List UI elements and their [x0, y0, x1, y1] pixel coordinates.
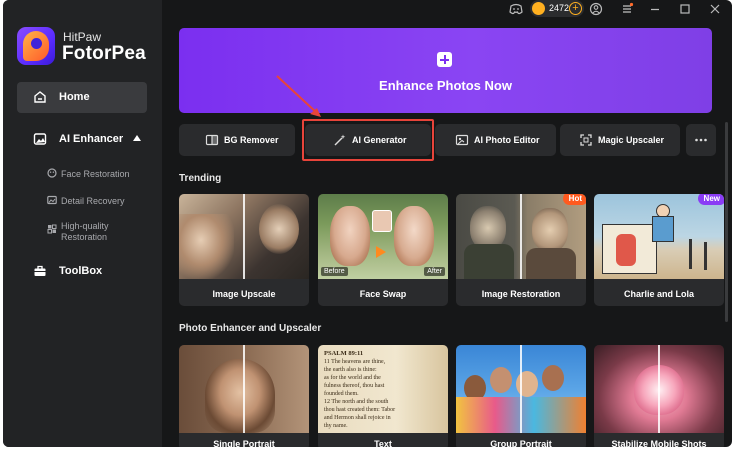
trending-card-image-restoration[interactable]: Hot Image Restoration [456, 194, 586, 306]
charlie-and-lola-thumbnail [594, 194, 724, 279]
single-portrait-thumbnail [179, 345, 309, 433]
psalm-text: PSALM 89:11 11 The heavens are thine, th… [324, 350, 444, 430]
minimize-icon[interactable] [648, 2, 662, 16]
photo-editor-icon [455, 134, 469, 146]
brand-small: HitPaw [63, 30, 102, 44]
scrollbar[interactable] [725, 122, 728, 322]
text-thumbnail: PSALM 89:11 11 The heavens are thine, th… [318, 345, 448, 433]
app-window: HitPaw FotorPea Home AI Enhancer Face Re… [3, 0, 732, 447]
more-icon [695, 138, 707, 142]
psalm-line: 11 The heavens are thine, [324, 359, 386, 365]
sidebar-item-label: ToolBox [59, 265, 103, 277]
psalm-line: the earth also is thine: [324, 367, 377, 373]
sidebar-sub-label: Restoration [61, 232, 108, 242]
psalm-line: thou hast created them: Tabor [324, 407, 396, 413]
psalm-line: fulness thereof, thou hast [324, 383, 385, 389]
tool-label: Magic Upscaler [598, 135, 665, 145]
hot-badge: Hot [562, 194, 586, 205]
home-icon [34, 91, 46, 103]
face-swap-thumbnail: Before After [318, 194, 448, 279]
card-label: Charlie and Lola [623, 289, 694, 299]
chevron-up-icon [133, 135, 141, 141]
sidebar-item-label: Home [59, 91, 90, 103]
card-label: Stabilize Mobile Shots [611, 439, 707, 447]
coin-icon [532, 2, 545, 15]
enhancer-card-stabilize-mobile-shots[interactable]: Stabilize Mobile Shots [594, 345, 724, 447]
account-icon[interactable] [589, 2, 603, 16]
psalm-line: as for the world and the [324, 375, 381, 381]
trending-card-charlie-and-lola[interactable]: New Charlie and Lola [594, 194, 724, 306]
annotation-arrow-icon [276, 75, 321, 117]
comparison-divider [520, 194, 522, 279]
arrow-right-icon [376, 246, 386, 258]
maximize-icon[interactable] [678, 2, 692, 16]
card-label: Single Portrait [213, 439, 275, 447]
add-icon [437, 52, 452, 67]
comparison-divider [658, 345, 660, 433]
enhancer-card-single-portrait[interactable]: Single Portrait [179, 345, 309, 447]
magic-upscaler-button[interactable]: Magic Upscaler [560, 124, 680, 156]
sidebar-sub-label: Face Restoration [61, 169, 130, 179]
enhance-photos-banner[interactable]: Enhance Photos Now [179, 28, 712, 113]
after-tag: After [424, 267, 445, 276]
psalm-line: and Hermon shall rejoice in [324, 415, 391, 421]
photo-enhancer-heading: Photo Enhancer and Upscaler [179, 323, 322, 334]
add-coins-icon[interactable]: + [569, 2, 582, 15]
grid-icon [47, 224, 57, 234]
psalm-header: PSALM 89:11 [324, 350, 364, 357]
card-label: Image Upscale [212, 289, 276, 299]
card-label: Group Portrait [490, 439, 552, 447]
comparison-divider [243, 194, 245, 279]
coin-balance[interactable]: 2472 + [530, 0, 584, 17]
psalm-line: 12 The north and the south [324, 399, 389, 405]
sidebar-item-toolbox[interactable]: ToolBox [17, 260, 147, 282]
upscale-icon [580, 134, 592, 146]
face-icon [47, 168, 57, 178]
enhance-photos-label: Enhance Photos Now [379, 78, 512, 93]
sidebar-item-home[interactable]: Home [17, 82, 147, 113]
card-label: Face Swap [359, 289, 407, 299]
sidebar-item-ai-enhancer[interactable]: AI Enhancer [17, 128, 147, 150]
coin-count: 2472 [549, 3, 570, 13]
sidebar-sub-label: Detail Recovery [61, 196, 125, 206]
annotation-highlight-box [302, 119, 434, 161]
close-icon[interactable] [708, 2, 722, 16]
card-label: Text [374, 439, 392, 447]
before-tag: Before [321, 267, 348, 276]
sidebar-item-label: AI Enhancer [59, 133, 124, 145]
comparison-divider [243, 345, 245, 433]
trending-card-face-swap[interactable]: Before After Face Swap [318, 194, 448, 306]
trending-card-image-upscale[interactable]: Image Upscale [179, 194, 309, 306]
swap-face-thumb [372, 210, 392, 232]
tool-label: BG Remover [224, 135, 279, 145]
comparison-divider [520, 345, 522, 433]
bg-remover-button[interactable]: BG Remover [179, 124, 295, 156]
psalm-line: thy name. [324, 423, 348, 429]
ai-photo-editor-button[interactable]: AI Photo Editor [435, 124, 556, 156]
trending-heading: Trending [179, 173, 222, 184]
toolbox-icon [34, 265, 46, 276]
discord-icon[interactable] [509, 2, 523, 16]
card-label: Image Restoration [481, 289, 561, 299]
tool-label: AI Photo Editor [474, 135, 540, 145]
enhancer-card-text[interactable]: PSALM 89:11 11 The heavens are thine, th… [318, 345, 448, 447]
sidebar: HitPaw FotorPea Home AI Enhancer Face Re… [3, 0, 162, 447]
bg-remover-icon [205, 134, 219, 146]
image-icon [47, 195, 57, 205]
app-logo [17, 27, 55, 65]
new-badge: New [697, 194, 724, 205]
menu-icon[interactable] [620, 2, 634, 16]
image-enhance-icon [33, 133, 47, 145]
image-restoration-thumbnail [456, 194, 586, 279]
brand-title: FotorPea [62, 43, 146, 64]
group-portrait-thumbnail [456, 345, 586, 433]
stabilize-mobile-shots-thumbnail [594, 345, 724, 433]
image-upscale-thumbnail [179, 194, 309, 279]
psalm-line: founded them. [324, 391, 359, 397]
more-tools-button[interactable] [686, 124, 716, 156]
enhancer-card-group-portrait[interactable]: Group Portrait [456, 345, 586, 447]
